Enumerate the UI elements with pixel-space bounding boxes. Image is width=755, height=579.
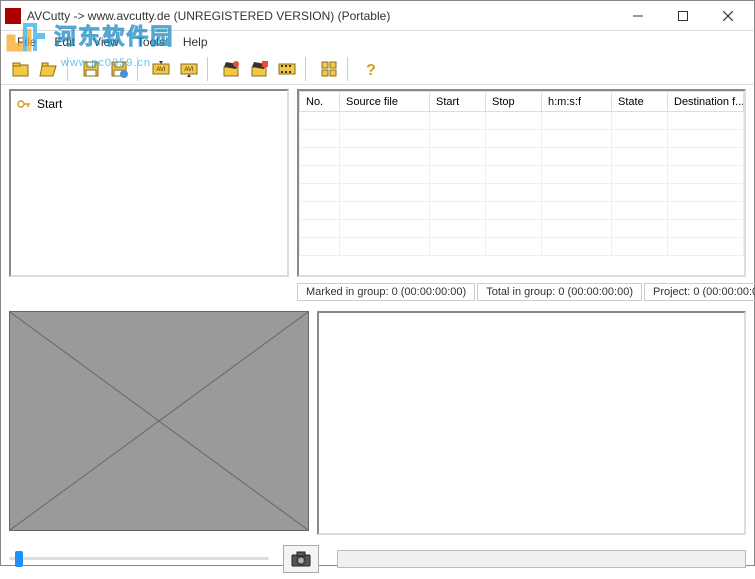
menu-file[interactable]: File [9,33,44,51]
col-dest[interactable]: Destination f... [668,92,744,112]
toolbar-separator [137,57,143,81]
table-row [300,130,744,148]
toolbar-separator [347,57,353,81]
help-button[interactable]: ? [359,57,383,81]
minimize-button[interactable] [615,2,660,30]
key-icon [17,100,31,108]
detail-panel [317,311,746,535]
status-strip: Marked in group: 0 (00:00:00:00) Total i… [1,281,754,307]
table-row [300,112,744,130]
close-button[interactable] [705,2,750,30]
menu-edit[interactable]: Edit [46,33,83,51]
toolbar-separator [305,57,311,81]
col-source[interactable]: Source file [340,92,430,112]
grid-button[interactable] [317,57,341,81]
position-slider[interactable] [9,549,269,569]
group-list[interactable]: Start [9,89,289,277]
table-row [300,220,744,238]
table-row [300,166,744,184]
col-state[interactable]: State [612,92,668,112]
col-hmsf[interactable]: h:m:s:f [542,92,612,112]
svg-text:AVI: AVI [184,67,194,73]
maximize-button[interactable] [660,2,705,30]
snapshot-button[interactable] [283,545,319,573]
menu-help[interactable]: Help [175,33,216,51]
open-file-button[interactable] [37,57,61,81]
list-item-label: Start [37,97,62,111]
status-marked: Marked in group: 0 (00:00:00:00) [297,283,475,301]
list-item[interactable]: Start [15,95,283,113]
menubar: File Edit View Tools Help [1,31,754,53]
table-row [300,202,744,220]
camera-icon [291,551,311,567]
scene-button-2[interactable] [247,57,271,81]
status-total: Total in group: 0 (00:00:00:00) [477,283,642,301]
avi-in-button[interactable]: AVI [149,57,173,81]
save-as-button[interactable] [107,57,131,81]
video-preview [9,311,309,531]
save-button[interactable] [79,57,103,81]
titlebar: AVCutty -> www.avcutty.de (UNREGISTERED … [1,1,754,31]
progress-bar [337,550,746,568]
app-icon [5,8,21,24]
scene-button-1[interactable] [219,57,243,81]
table-row [300,148,744,166]
svg-text:AVI: AVI [156,67,166,73]
table-row [300,238,744,256]
table-row [300,184,744,202]
toolbar: AVI AVI ? [1,53,754,85]
filmstrip-button[interactable] [275,57,299,81]
col-start[interactable]: Start [430,92,486,112]
clip-table[interactable]: No. Source file Start Stop h:m:s:f State… [297,89,746,277]
col-stop[interactable]: Stop [486,92,542,112]
menu-tools[interactable]: Tools [129,33,173,51]
col-no[interactable]: No. [300,92,340,112]
open-folder-button[interactable] [9,57,33,81]
svg-text:?: ? [366,62,376,79]
avi-out-button[interactable]: AVI [177,57,201,81]
bottom-bar [1,539,754,579]
toolbar-separator [207,57,213,81]
window-title: AVCutty -> www.avcutty.de (UNREGISTERED … [27,9,615,23]
status-project: Project: 0 (00:00:00:00) [644,283,755,301]
toolbar-separator [67,57,73,81]
menu-view[interactable]: View [85,33,127,51]
